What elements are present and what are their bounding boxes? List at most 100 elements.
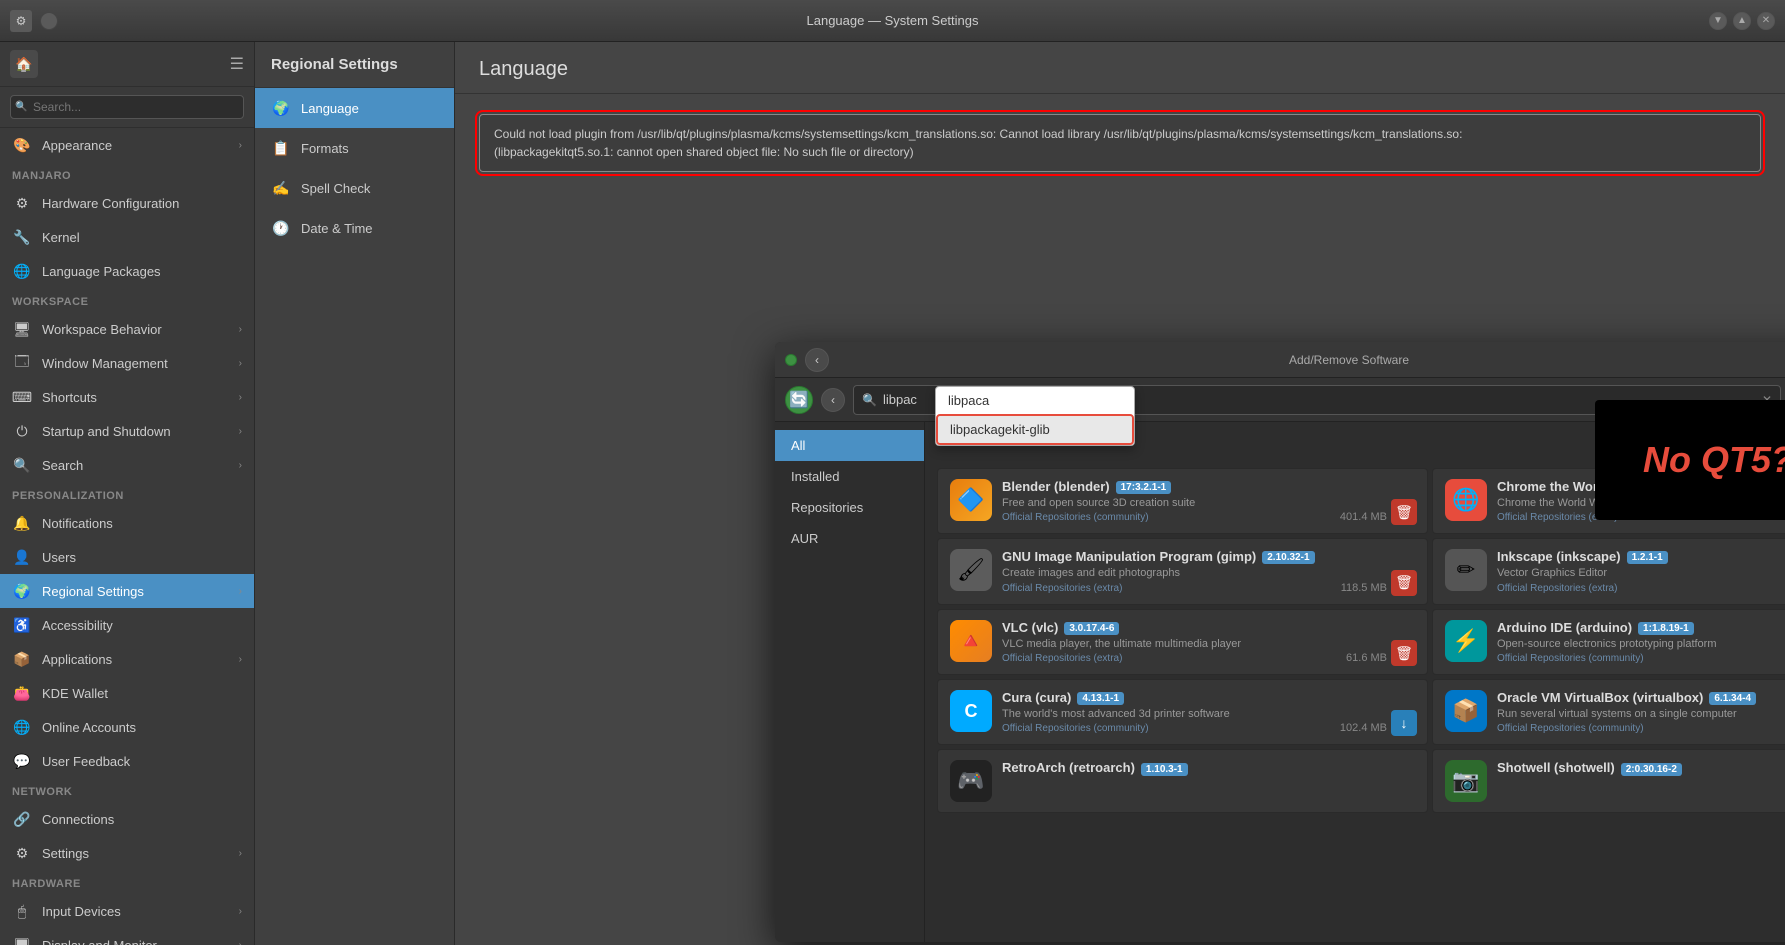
app-remove-button[interactable]: 🗑 (1391, 570, 1417, 596)
app-remove-button[interactable]: 🗑 (1391, 640, 1417, 666)
app-info-arduino: Arduino IDE (arduino)1:1.8.19-1 Open-sou… (1497, 620, 1785, 664)
pamac-logo: 🔄 (785, 386, 813, 414)
app-install-button[interactable]: ↓ (1391, 710, 1417, 736)
sidebar-item-notifications[interactable]: 🔔 Notifications (0, 506, 254, 540)
app-card-retroarch[interactable]: 🎮 RetroArch (retroarch)1.10.3-1 (937, 749, 1428, 813)
version-badge: 1:1.8.19-1 (1638, 622, 1694, 635)
input-devices-icon: 🖱 (12, 901, 32, 921)
version-badge: 1.2.1-1 (1627, 551, 1668, 564)
hw-config-icon: ⚙ (12, 193, 32, 213)
error-message: Could not load plugin from /usr/lib/qt/p… (479, 114, 1761, 172)
app-repo: Official Repositories (extra) (1497, 583, 1785, 594)
minimize-button[interactable] (40, 12, 58, 30)
titlebar: ⚙ Language — System Settings ▼ ▲ ✕ (0, 0, 1785, 42)
sidebar-item-label: Applications (42, 652, 229, 667)
pamac-cat-aur[interactable]: AUR (775, 523, 924, 554)
app-name: Blender (blender)17:3.2.1-1 (1002, 479, 1415, 494)
sidebar-item-hardware-config[interactable]: ⚙ Hardware Configuration (0, 186, 254, 220)
sidebar-item-display-monitor[interactable]: 🖥 Display and Monitor › (0, 928, 254, 945)
section-label-personalization: Personalization (0, 482, 254, 506)
sidebar-item-label: Shortcuts (42, 390, 229, 405)
sidebar-item-label: Startup and Shutdown (42, 424, 229, 439)
sidebar-item-input-devices[interactable]: 🖱 Input Devices › (0, 894, 254, 928)
app-card-arduino[interactable]: ⚡ Arduino IDE (arduino)1:1.8.19-1 Open-s… (1432, 609, 1785, 675)
search-input[interactable] (10, 95, 244, 119)
error-text: Could not load plugin from /usr/lib/qt/p… (494, 127, 1462, 159)
gimp-icon: 🖌 (950, 549, 992, 591)
mid-panel-item-spell-check[interactable]: ✍ Spell Check (255, 168, 454, 208)
sidebar-item-regional-settings[interactable]: 🌍 Regional Settings › (0, 574, 254, 608)
mid-panel-item-label: Date & Time (301, 221, 373, 236)
titlebar-maxbutton[interactable]: ▲ (1733, 12, 1751, 30)
app-info-virtualbox: Oracle VM VirtualBox (virtualbox)6.1.34-… (1497, 690, 1785, 734)
mid-panel-title: Regional Settings (255, 42, 454, 88)
sidebar-item-users[interactable]: 👤 Users (0, 540, 254, 574)
titlebar-downbutton[interactable]: ▼ (1709, 12, 1727, 30)
home-button[interactable]: 🏠 (10, 50, 38, 78)
retroarch-icon: 🎮 (950, 760, 992, 802)
titlebar-closebutton[interactable]: ✕ (1757, 12, 1775, 30)
sidebar-item-language-packages[interactable]: 🌐 Language Packages (0, 254, 254, 288)
app-repo: Official Repositories (community) (1497, 723, 1785, 734)
pamac-toolbar-back[interactable]: ‹ (821, 388, 845, 412)
app-size: 61.6 MB (1346, 652, 1387, 664)
sidebar-item-online-accounts[interactable]: 🌐 Online Accounts (0, 710, 254, 744)
app-card-cura[interactable]: C Cura (cura)4.13.1-1 The world's most a… (937, 679, 1428, 745)
app-remove-button[interactable]: 🗑 (1391, 499, 1417, 525)
app-card-blender[interactable]: 🔷 Blender (blender)17:3.2.1-1 Free and o… (937, 468, 1428, 534)
sidebar-item-search[interactable]: 🔍 Search › (0, 448, 254, 482)
sidebar-item-label: Kernel (42, 230, 242, 245)
sidebar-item-network-settings[interactable]: ⚙ Settings › (0, 836, 254, 870)
search-sidebar-icon: 🔍 (12, 455, 32, 475)
sidebar-item-accessibility[interactable]: ♿ Accessibility (0, 608, 254, 642)
app-info-inkscape: Inkscape (inkscape)1.2.1-1 Vector Graphi… (1497, 549, 1785, 593)
sidebar-item-kde-wallet[interactable]: 👛 KDE Wallet (0, 676, 254, 710)
sidebar-item-window-management[interactable]: 🗔 Window Management › (0, 346, 254, 380)
sidebar-item-user-feedback[interactable]: 💬 User Feedback (0, 744, 254, 778)
app-name: Arduino IDE (arduino)1:1.8.19-1 (1497, 620, 1785, 635)
app-card-inkscape[interactable]: ✏ Inkscape (inkscape)1.2.1-1 Vector Grap… (1432, 538, 1785, 604)
version-badge: 6.1.34-4 (1709, 692, 1756, 705)
sidebar-item-kernel[interactable]: 🔧 Kernel (0, 220, 254, 254)
sidebar-item-applications[interactable]: 📦 Applications › (0, 642, 254, 676)
app-card-virtualbox[interactable]: 📦 Oracle VM VirtualBox (virtualbox)6.1.3… (1432, 679, 1785, 745)
hamburger-button[interactable]: ☰ (230, 54, 244, 74)
app-card-gimp[interactable]: 🖌 GNU Image Manipulation Program (gimp)2… (937, 538, 1428, 604)
sidebar-item-startup-shutdown[interactable]: ⏻ Startup and Shutdown › (0, 414, 254, 448)
app-size: 118.5 MB (1341, 582, 1387, 594)
error-circle-highlight (475, 110, 1765, 176)
pamac-cat-installed[interactable]: Installed (775, 461, 924, 492)
cura-icon: C (950, 690, 992, 732)
sidebar-top-icons: 🏠 ☰ (0, 42, 254, 87)
sidebar-item-workspace-behavior[interactable]: 🖥 Workspace Behavior › (0, 312, 254, 346)
sidebar-item-connections[interactable]: 🔗 Connections (0, 802, 254, 836)
blender-icon: 🔷 (950, 479, 992, 521)
mid-panel-item-language[interactable]: 🌍 Language (255, 88, 454, 128)
pamac-cat-all[interactable]: All (775, 430, 924, 461)
sidebar-item-label: Hardware Configuration (42, 196, 242, 211)
date-time-icon: 🕐 (271, 218, 291, 238)
version-badge: 2.10.32-1 (1262, 551, 1314, 564)
sidebar-item-label: Settings (42, 846, 229, 861)
mid-panel-item-date-time[interactable]: 🕐 Date & Time (255, 208, 454, 248)
sidebar-item-label: Input Devices (42, 904, 229, 919)
autocomplete-item-libpaca[interactable]: libpaca (936, 387, 1134, 414)
app-card-shotwell[interactable]: 📷 Shotwell (shotwell)2:0.30.16-2 (1432, 749, 1785, 813)
content-area: Language Could not load plugin from /usr… (455, 42, 1785, 945)
pamac-cat-repositories[interactable]: Repositories (775, 492, 924, 523)
accessibility-icon: ♿ (12, 615, 32, 635)
mid-panel-item-formats[interactable]: 📋 Formats (255, 128, 454, 168)
kde-wallet-icon: 👛 (12, 683, 32, 703)
autocomplete-item-libpackagekit-glib[interactable]: libpackagekit-glib (936, 414, 1134, 445)
chevron-icon: › (239, 426, 242, 437)
section-label-hardware: Hardware (0, 870, 254, 894)
pamac-back-button[interactable]: ‹ (805, 348, 829, 372)
app-card-vlc[interactable]: 🔺 VLC (vlc)3.0.17.4-6 VLC media player, … (937, 609, 1428, 675)
sidebar-item-appearance[interactable]: 🎨 Appearance › (0, 128, 254, 162)
user-feedback-icon: 💬 (12, 751, 32, 771)
app-name: RetroArch (retroarch)1.10.3-1 (1002, 760, 1415, 775)
app-desc: The world's most advanced 3d printer sof… (1002, 707, 1415, 721)
sidebar-item-shortcuts[interactable]: ⌨ Shortcuts › (0, 380, 254, 414)
startup-icon: ⏻ (12, 421, 32, 441)
app-size: 102.4 MB (1340, 722, 1387, 734)
